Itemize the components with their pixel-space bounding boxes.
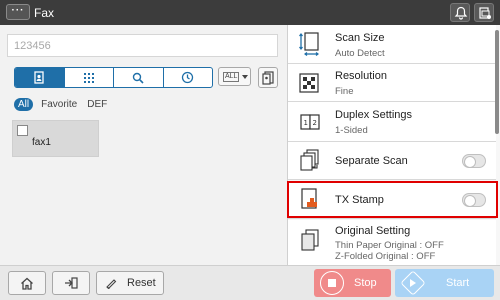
top-bar: ··· Fax [0,0,500,25]
setting-value-line-1: Thin Paper Original : OFF [335,240,444,251]
setting-title: Scan Size [335,32,385,44]
menu-button[interactable]: ··· [6,4,30,20]
scan-size-icon [299,32,319,56]
destination-tabs [14,67,213,88]
chevron-down-icon [242,75,248,79]
index-filter: All Favorite DEF [14,97,117,111]
stop-label: Stop [354,277,377,289]
filter-dropdown[interactable]: ALL [218,67,251,86]
setting-title: Resolution [335,70,387,82]
bell-icon[interactable] [450,3,470,22]
destination-panel: 123456 ALL All Favorite DEF fax1 [0,25,287,265]
reset-button[interactable]: Reset [96,271,164,295]
setting-duplex[interactable]: 12 Duplex Settings 1-Sided [288,102,496,142]
address-book-icon [34,71,44,84]
tab-address-book[interactable] [15,68,65,87]
tab-keypad[interactable] [65,68,114,87]
home-icon [21,277,33,290]
home-button[interactable] [8,271,46,295]
login-icon [65,277,78,289]
reset-label: Reset [127,277,156,289]
setting-title: Original Setting [335,225,411,237]
setting-original[interactable]: Original Setting Thin Paper Original : O… [288,220,496,265]
device-status-icon[interactable] [474,3,494,22]
start-button[interactable]: Start [395,269,494,297]
start-icon [400,270,426,296]
start-label: Start [446,277,470,289]
destination-input[interactable]: 123456 [7,34,278,57]
settings-panel: Scan Size Auto Detect Resolution Fine 12… [287,25,500,265]
setting-value: Auto Detect [335,48,385,59]
setting-resolution[interactable]: Resolution Fine [288,64,496,102]
tx-stamp-icon [301,188,317,209]
setting-title: Separate Scan [335,155,408,167]
svg-text:1: 1 [304,119,308,127]
destination-name: fax1 [32,137,51,148]
index-def[interactable]: DEF [87,99,107,110]
filter-label: ALL [223,72,240,82]
setting-separate-scan[interactable]: Separate Scan [288,142,496,180]
separate-scan-icon [300,149,319,171]
app-title: Fax [34,6,55,20]
stop-button[interactable]: Stop [314,269,391,297]
setting-title: Duplex Settings [335,109,413,121]
separate-scan-toggle[interactable] [462,154,486,168]
address-detail-icon [262,71,274,85]
setting-title: TX Stamp [335,194,384,206]
bottom-bar: Reset Stop Start [0,265,500,300]
tab-history[interactable] [164,68,213,87]
index-all[interactable]: All [14,97,34,111]
destination-card[interactable]: fax1 [12,120,99,157]
original-setting-icon [301,229,319,251]
duplex-icon: 12 [300,114,320,130]
svg-text:2: 2 [313,119,317,127]
history-icon [182,71,194,84]
search-icon [133,72,144,84]
setting-tx-stamp[interactable]: TX Stamp [288,181,496,219]
settings-scrollbar[interactable] [495,30,499,134]
destination-checkbox[interactable] [17,125,28,136]
setting-value: 1-Sided [335,125,368,136]
setting-scan-size[interactable]: Scan Size Auto Detect [288,25,496,64]
setting-value: Fine [335,86,354,97]
index-favorite[interactable]: Favorite [41,99,77,110]
address-detail-button[interactable] [258,67,278,88]
keypad-icon [83,72,94,83]
reset-icon [106,279,117,289]
login-button[interactable] [52,271,90,295]
tx-stamp-toggle[interactable] [462,193,486,207]
resolution-icon [299,73,319,93]
setting-value-line-2: Z-Folded Original : OFF [335,251,436,262]
tab-search[interactable] [114,68,164,87]
stop-icon [320,271,344,295]
